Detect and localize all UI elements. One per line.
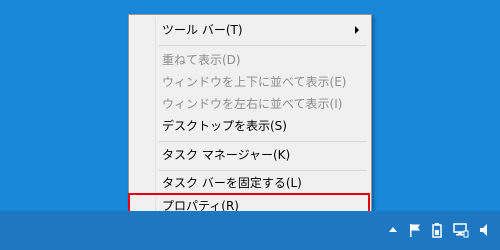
menu-item-toolbars[interactable]: ツール バー(T): [131, 19, 369, 41]
menu-separator: [159, 45, 367, 46]
menu-item-stack-windows: ウィンドウを上下に並べて表示(E): [131, 71, 369, 93]
menu-item-cascade-windows: 重ねて表示(D): [131, 49, 369, 71]
menu-item-label: ウィンドウを上下に並べて表示(E): [162, 75, 347, 89]
menu-item-side-by-side-windows: ウィンドウを左右に並べて表示(I): [131, 93, 369, 115]
menu-item-task-manager[interactable]: タスク マネージャー(K): [131, 144, 369, 166]
flag-icon[interactable]: [408, 222, 422, 238]
taskbar[interactable]: [0, 211, 500, 250]
chevron-up-icon[interactable]: [386, 222, 400, 238]
menu-item-label: デスクトップを表示(S): [162, 119, 287, 133]
submenu-arrow-icon: [355, 26, 359, 34]
menu-separator: [159, 170, 367, 171]
menu-item-label: タスク マネージャー(K): [162, 148, 291, 162]
menu-separator: [159, 141, 367, 142]
taskbar-context-menu: ツール バー(T) 重ねて表示(D) ウィンドウを上下に並べて表示(E) ウィン…: [128, 14, 372, 216]
battery-icon[interactable]: [430, 222, 444, 238]
menu-item-lock-taskbar[interactable]: タスク バーを固定する(L): [131, 172, 369, 194]
menu-item-show-desktop[interactable]: デスクトップを表示(S): [131, 115, 369, 137]
volume-icon[interactable]: [478, 222, 492, 238]
menu-item-label: 重ねて表示(D): [162, 53, 241, 67]
menu-item-label: タスク バーを固定する(L): [162, 176, 302, 190]
network-icon[interactable]: [453, 222, 469, 238]
menu-item-label: ウィンドウを左右に並べて表示(I): [162, 97, 343, 111]
system-tray: [382, 211, 500, 250]
menu-item-label: ツール バー(T): [162, 23, 243, 37]
